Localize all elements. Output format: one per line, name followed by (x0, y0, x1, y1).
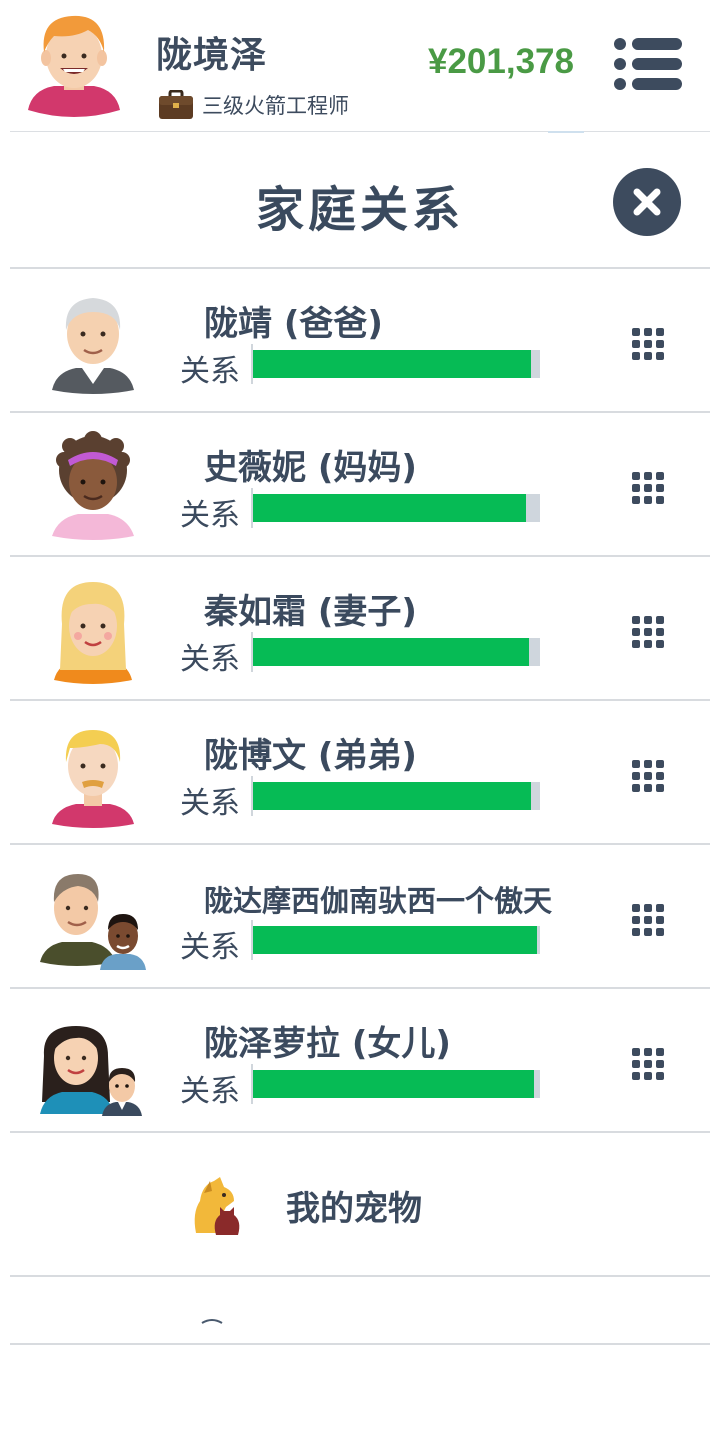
relationship-bar-fill (253, 926, 538, 954)
relationship-bar-fill (253, 1070, 535, 1098)
modal-title: 家庭关系 (255, 182, 464, 238)
grid-menu-icon[interactable] (630, 614, 666, 650)
relationship-bar (253, 1070, 540, 1098)
grid-menu-icon[interactable] (630, 1046, 666, 1082)
divider (10, 267, 710, 269)
my-pets-label: 我的宠物 (286, 1189, 422, 1229)
relationship-label: 关系 (180, 786, 240, 821)
close-icon (633, 188, 661, 216)
family-name: 陇泽萝拉 (女儿) (204, 1024, 451, 1064)
man-with-child-avatar-icon (40, 874, 146, 970)
family-row-mother[interactable]: 史薇妮 (妈妈) 关系 (10, 414, 710, 556)
relationship-bar (253, 494, 540, 522)
old-man-avatar-icon (52, 298, 134, 394)
player-name: 陇境泽 (156, 35, 268, 76)
relationship-label: 关系 (180, 642, 240, 677)
family-row-wife[interactable]: 秦如霜 (妻子) 关系 (10, 558, 710, 700)
grid-menu-icon[interactable] (630, 470, 666, 506)
relationship-bar (253, 782, 540, 810)
blonde-woman-avatar-icon (54, 582, 132, 684)
relationship-bar (253, 350, 540, 378)
relationship-bar (253, 638, 540, 666)
blond-man-avatar-icon (52, 730, 134, 828)
relationship-bar-fill (253, 350, 532, 378)
divider (10, 843, 710, 845)
top-bar: 陇境泽 三级火箭工程师 ¥201,378 (0, 0, 720, 133)
relationship-label: 关系 (180, 930, 240, 965)
family-row-daughter[interactable]: 陇泽萝拉 (女儿) 关系 (10, 990, 710, 1132)
menu-list-icon[interactable] (612, 36, 684, 92)
relationship-bar-fill (253, 494, 526, 522)
relationship-bar-fill (253, 782, 532, 810)
family-row-brother[interactable]: 陇博文 (弟弟) 关系 (10, 702, 710, 844)
job-info: 三级火箭工程师 (158, 88, 349, 122)
relationship-label: 关系 (180, 1074, 240, 1109)
job-title: 三级火箭工程师 (202, 94, 349, 118)
my-pets-button[interactable]: 我的宠物 (10, 1133, 710, 1275)
briefcase-icon (159, 90, 193, 119)
relationship-label: 关系 (180, 498, 240, 533)
relationship-bar-fill (253, 638, 529, 666)
divider (10, 987, 710, 989)
partial-item-icon (201, 1319, 223, 1324)
divider (10, 699, 710, 701)
family-name: 秦如霜 (妻子) (204, 592, 417, 632)
dog-cat-icon (194, 1177, 240, 1235)
divider (10, 1343, 710, 1345)
family-row-son[interactable]: 陇达摩西伽南驮西一个傲天 关系 (10, 846, 710, 988)
grid-menu-icon[interactable] (630, 326, 666, 362)
header-divider (10, 131, 710, 132)
grid-menu-icon[interactable] (630, 902, 666, 938)
family-name: 陇达摩西伽南驮西一个傲天 (204, 884, 553, 918)
money-balance: ¥201,378 (428, 42, 574, 81)
woman-with-child-avatar-icon (40, 1026, 142, 1116)
divider (10, 555, 710, 557)
header-tab-indicator (548, 131, 584, 133)
divider (10, 1275, 710, 1277)
old-woman-avatar-icon (52, 431, 134, 540)
relationship-bar (253, 926, 540, 954)
divider (10, 411, 710, 413)
family-row-father[interactable]: 陇靖 (爸爸) 关系 (10, 270, 710, 412)
player-avatar-icon[interactable] (24, 6, 124, 118)
grid-menu-icon[interactable] (630, 758, 666, 794)
close-button[interactable] (613, 168, 681, 236)
family-name: 陇靖 (爸爸) (204, 304, 383, 344)
relationship-label: 关系 (180, 354, 240, 389)
family-name: 史薇妮 (妈妈) (204, 448, 417, 488)
family-name: 陇博文 (弟弟) (204, 736, 417, 776)
